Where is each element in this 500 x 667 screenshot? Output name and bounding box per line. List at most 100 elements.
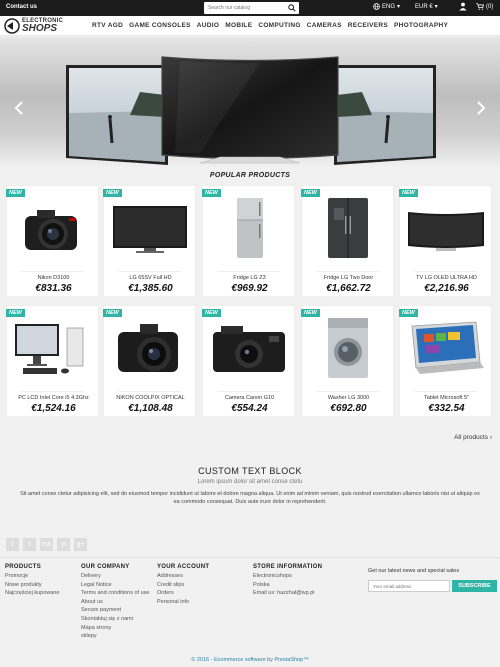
product-name[interactable]: Tablet Microsoft 5" (400, 395, 493, 401)
footer-link[interactable]: Secure payment (81, 607, 151, 613)
new-badge: NEW (6, 309, 25, 317)
custom-block-text: Sit amet conse ctetur adipisicing elit, … (20, 491, 480, 505)
product-name[interactable]: Fridge LG Z3 (203, 275, 296, 281)
google-plus-icon[interactable]: g+ (74, 538, 87, 551)
product-card[interactable]: NEW Fridge LG Two Door €1,662.72 (301, 185, 394, 297)
camera-icon (118, 324, 178, 372)
product-name[interactable]: Fridge LG Two Door (302, 275, 395, 281)
slider-prev-arrow-icon[interactable] (14, 101, 24, 115)
footer-link[interactable]: Delivery (81, 573, 151, 579)
youtube-icon[interactable]: yt (57, 538, 70, 551)
user-icon[interactable] (459, 2, 467, 11)
product-card[interactable]: NEW NIKON COOLPIX OPTICAL €1,108.48 (103, 305, 196, 417)
footer-link[interactable]: Mapa strony (81, 625, 151, 631)
product-card[interactable]: NEW Fridge LG Z3 €969.92 (202, 185, 295, 297)
tablet-icon (411, 321, 484, 374)
footer-link[interactable]: About us (81, 599, 151, 605)
footer-link[interactable]: sklepy (81, 633, 151, 639)
new-badge: NEW (103, 309, 122, 317)
newsletter: Get our latest news and special sales SU… (368, 568, 497, 592)
footer-link[interactable]: Nowe produkty (5, 582, 59, 588)
facebook-icon[interactable]: f (6, 538, 19, 551)
footer-link[interactable]: Promocje (5, 573, 59, 579)
footer-store-info: STORE INFORMATION Electronicshops Polska… (253, 564, 322, 599)
top-bar: Contact us ENG ▾ EUR € ▾ (0) (0, 0, 500, 16)
product-price: €2,216.96 (424, 283, 469, 294)
product-name[interactable]: LG 65SV Full HD (104, 275, 197, 281)
tv-icon (113, 206, 187, 253)
footer-link[interactable]: Najczęściej kupowane (5, 590, 59, 596)
search-box[interactable] (204, 2, 299, 14)
nav-item-audio[interactable]: AUDIO (197, 22, 219, 29)
rss-icon[interactable]: rss (40, 538, 53, 551)
store-name: Electronicshops (253, 573, 292, 579)
product-name[interactable]: Washer LG 3000 (302, 395, 395, 401)
fridge-icon (237, 198, 263, 258)
language-label: ENG (382, 3, 396, 10)
product-card[interactable]: NEW PC LCD Intel Core i5 4.3Ghz €1,524.1… (6, 305, 99, 417)
product-price: €1,108.48 (128, 403, 173, 414)
footer-link[interactable]: Personal info (157, 599, 209, 605)
footer-link[interactable]: Legal Notice (81, 582, 151, 588)
nav-item-computing[interactable]: COMPUTING (258, 22, 300, 29)
newsletter-label: Get our latest news and special sales (368, 568, 460, 574)
hero-slider[interactable] (0, 37, 500, 167)
footer-link[interactable]: Skontaktuj się z nami (81, 616, 151, 622)
search-icon[interactable] (288, 4, 296, 12)
nav-item-mobile[interactable]: MOBILE (225, 22, 252, 29)
twitter-icon[interactable]: t (23, 538, 36, 551)
product-card[interactable]: NEW Nikon D3100 €831.36 (6, 185, 99, 297)
product-price: €554.24 (231, 403, 268, 414)
compact-camera-icon (213, 326, 285, 372)
product-name[interactable]: TV LG OLED ULTRA HD (400, 275, 493, 281)
currency-label: EUR € (415, 3, 433, 10)
footer-link[interactable]: Orders (157, 590, 209, 596)
nav-item-game-consoles[interactable]: GAME CONSOLES (129, 22, 191, 29)
product-name[interactable]: Nikon D3100 (7, 275, 100, 281)
logo-icon (4, 18, 20, 34)
new-badge: NEW (103, 189, 122, 197)
product-card[interactable]: NEW Camera Canon G10 €554.24 (202, 305, 295, 417)
nav-item-cameras[interactable]: CAMERAS (307, 22, 342, 29)
product-price: €332.54 (428, 403, 465, 414)
footer-link[interactable]: Terms and conditions of use (81, 590, 151, 596)
cart-button[interactable]: (0) (476, 3, 493, 10)
cart-icon (476, 3, 484, 10)
product-name[interactable]: NIKON COOLPIX OPTICAL (104, 395, 197, 401)
curved-tv-icon (408, 212, 484, 251)
language-selector[interactable]: ENG ▾ (373, 3, 400, 10)
logo[interactable]: ELECTRONIC SHOPS (4, 17, 68, 35)
nav-item-receivers[interactable]: RECEIVERS (348, 22, 388, 29)
footer-store-title: STORE INFORMATION (253, 564, 323, 570)
footer-link[interactable]: Credit slips (157, 582, 209, 588)
search-input[interactable] (204, 2, 284, 14)
new-badge: NEW (6, 189, 25, 197)
footer-link[interactable]: Addresses (157, 573, 209, 579)
copyright[interactable]: © 2016 - Ecommerce software by PrestaSho… (0, 657, 500, 663)
all-products-link[interactable]: All products › (454, 434, 492, 441)
product-card[interactable]: NEW TV LG OLED ULTRA HD €2,216.96 (399, 185, 492, 297)
new-badge: NEW (202, 189, 221, 197)
chevron-down-icon: ▾ (434, 4, 438, 10)
custom-text-block: CUSTOM TEXT BLOCK Lorem ipsum dolor sit … (0, 466, 500, 506)
new-badge: NEW (202, 309, 221, 317)
social-links: f t rss yt g+ (6, 538, 87, 551)
product-card[interactable]: NEW LG 65SV Full HD €1,385.60 (103, 185, 196, 297)
store-email[interactable]: Email us: hazzhal@wp.pl (253, 590, 322, 596)
newsletter-email-input[interactable] (368, 580, 450, 592)
contact-link[interactable]: Contact us (6, 4, 37, 10)
footer-account-title: YOUR ACCOUNT (157, 564, 210, 570)
product-price: €831.36 (35, 283, 72, 294)
currency-selector[interactable]: EUR € ▾ (415, 3, 438, 11)
subscribe-button[interactable]: SUBSCRIBE (452, 580, 497, 592)
double-fridge-icon (328, 198, 368, 258)
product-name[interactable]: PC LCD Intel Core i5 4.3Ghz (7, 395, 100, 401)
product-name[interactable]: Camera Canon G10 (203, 395, 296, 401)
product-card[interactable]: NEW Washer LG 3000 €692.80 (301, 305, 394, 417)
product-price: €1,385.60 (128, 283, 173, 294)
slider-next-arrow-icon[interactable] (476, 101, 486, 115)
nav-item-rtv-agd[interactable]: RTV AGD (92, 22, 123, 29)
nav-item-photography[interactable]: PHOTOGRAPHY (394, 22, 448, 29)
footer-company: OUR COMPANY Delivery Legal Notice Terms … (81, 564, 151, 642)
product-card[interactable]: NEW Tablet Microsoft 5" €332.54 (399, 305, 492, 417)
